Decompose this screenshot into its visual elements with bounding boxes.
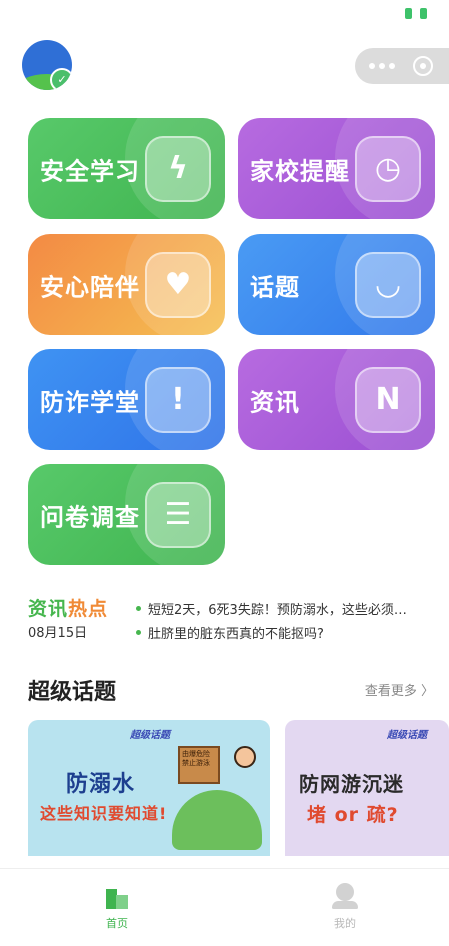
tile-news[interactable]: 资讯 N [238, 349, 435, 450]
tab-label: 首页 [106, 917, 128, 930]
view-more-link[interactable]: 查看更多 〉 [365, 680, 434, 699]
card-tag: 超级话题 [387, 730, 427, 741]
tab-label: 我的 [334, 917, 356, 930]
grass-illustration [172, 790, 262, 850]
more-options-icon[interactable] [369, 63, 395, 69]
battery-icon [405, 8, 427, 19]
topic-card-gaming[interactable]: 超级话题 防网游沉迷 堵 or 疏? [285, 720, 449, 856]
news-item[interactable]: 短短2天，6死3失踪！预防溺水，这些必须… [136, 596, 438, 620]
heart-leaf-icon: ♥ [145, 251, 211, 318]
tab-home[interactable]: 首页 [77, 883, 157, 931]
tile-label: 问卷调查 [40, 503, 140, 531]
mini-program-capsule [355, 48, 449, 84]
section-title: 超级话题 [28, 680, 117, 705]
close-miniprogram-icon[interactable] [413, 56, 433, 76]
tile-anti-fraud[interactable]: 防诈学堂 ! [28, 349, 225, 450]
warning-sign-illustration: 由爆危险 禁止游泳 [178, 746, 220, 784]
card-headline: 防溺水 [66, 772, 136, 797]
tile-label: 安心陪伴 [40, 273, 140, 301]
status-bar [405, 8, 427, 20]
super-topics-header: 超级话题 查看更多 〉 [28, 674, 434, 705]
profile-icon [332, 883, 358, 909]
topic-card-drowning[interactable]: 超级话题 由爆危险 禁止游泳 防溺水 这些知识要知道! [28, 720, 270, 856]
topic-cards: 超级话题 由爆危险 禁止游泳 防溺水 这些知识要知道! 超级话题 防网游沉迷 堵… [28, 720, 449, 856]
survey-list-icon: ☰ [145, 481, 211, 548]
tile-topics[interactable]: 话题 ◡ [238, 234, 435, 335]
card-tag: 超级话题 [130, 730, 170, 741]
tile-home-school-reminder[interactable]: 家校提醒 ◷ [238, 118, 435, 219]
news-icon: N [355, 366, 421, 433]
lightning-shield-icon: ϟ [145, 135, 211, 202]
app-logo[interactable]: ✓ [22, 40, 72, 90]
bullet-icon [136, 605, 141, 611]
logo-badge-icon: ✓ [50, 68, 72, 90]
hot-news: 资讯热点 08月15日 短短2天，6死3失踪！预防溺水，这些必须… 肚脐里的脏东… [28, 594, 438, 646]
home-icon [104, 883, 130, 909]
news-item[interactable]: 肚脐里的脏东西真的不能抠吗? [136, 620, 438, 644]
tab-me[interactable]: 我的 [305, 883, 385, 931]
tile-companion[interactable]: 安心陪伴 ♥ [28, 234, 225, 335]
clock-icon: ◷ [355, 135, 421, 202]
tile-label: 家校提醒 [250, 157, 350, 185]
child-illustration [234, 746, 256, 768]
tile-label: 资讯 [250, 388, 300, 416]
hot-news-title: 资讯热点 [28, 598, 109, 620]
tile-survey[interactable]: 问卷调查 ☰ [28, 464, 225, 565]
bullet-icon [136, 629, 141, 635]
card-subline: 这些知识要知道! [40, 804, 168, 823]
bottom-tab-bar: 首页 我的 [0, 868, 449, 946]
tile-safety-study[interactable]: 安全学习 ϟ [28, 118, 225, 219]
alert-shield-icon: ! [145, 366, 211, 433]
tile-label: 防诈学堂 [40, 388, 140, 416]
chat-bubble-icon: ◡ [355, 251, 421, 318]
card-headline: 防网游沉迷 [299, 772, 404, 796]
card-subline: 堵 or 疏? [307, 804, 399, 826]
tile-label: 话题 [250, 273, 300, 301]
tile-label: 安全学习 [40, 157, 140, 185]
hot-news-date: 08月15日 [28, 626, 88, 641]
hot-news-list: 短短2天，6死3失踪！预防溺水，这些必须… 肚脐里的脏东西真的不能抠吗? [136, 596, 438, 644]
